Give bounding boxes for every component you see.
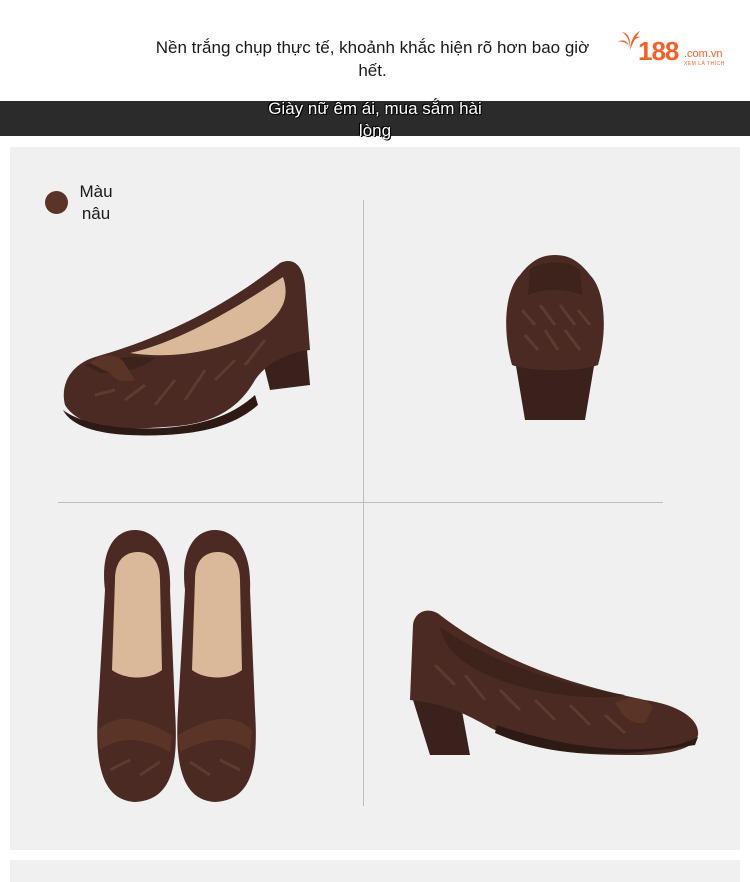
- shoe-side-view-image: [63, 261, 310, 436]
- grid-divider-vertical: [363, 200, 364, 806]
- grid-divider-horizontal: [58, 502, 663, 503]
- logo-domain: .com.vn: [684, 48, 723, 60]
- next-panel: [10, 860, 740, 882]
- color-label: Màu nâu: [79, 182, 113, 223]
- header-caption: Nền trắng chụp thực tế, khoảnh khắc hiện…: [155, 38, 590, 80]
- banner-text: Giày nữ êm ái, mua sắm hài lòng: [268, 99, 482, 140]
- shoe-top-view-image: [97, 530, 256, 802]
- color-swatch[interactable]: [45, 191, 68, 214]
- logo-tagline: XEM LÀ THÍCH: [684, 61, 725, 67]
- shoe-back-view-image: [506, 255, 604, 420]
- shoe-side-view-right-image: [410, 610, 699, 755]
- logo-number: 188: [638, 36, 679, 66]
- site-logo[interactable]: 188 .com.vn XEM LÀ THÍCH: [618, 22, 733, 70]
